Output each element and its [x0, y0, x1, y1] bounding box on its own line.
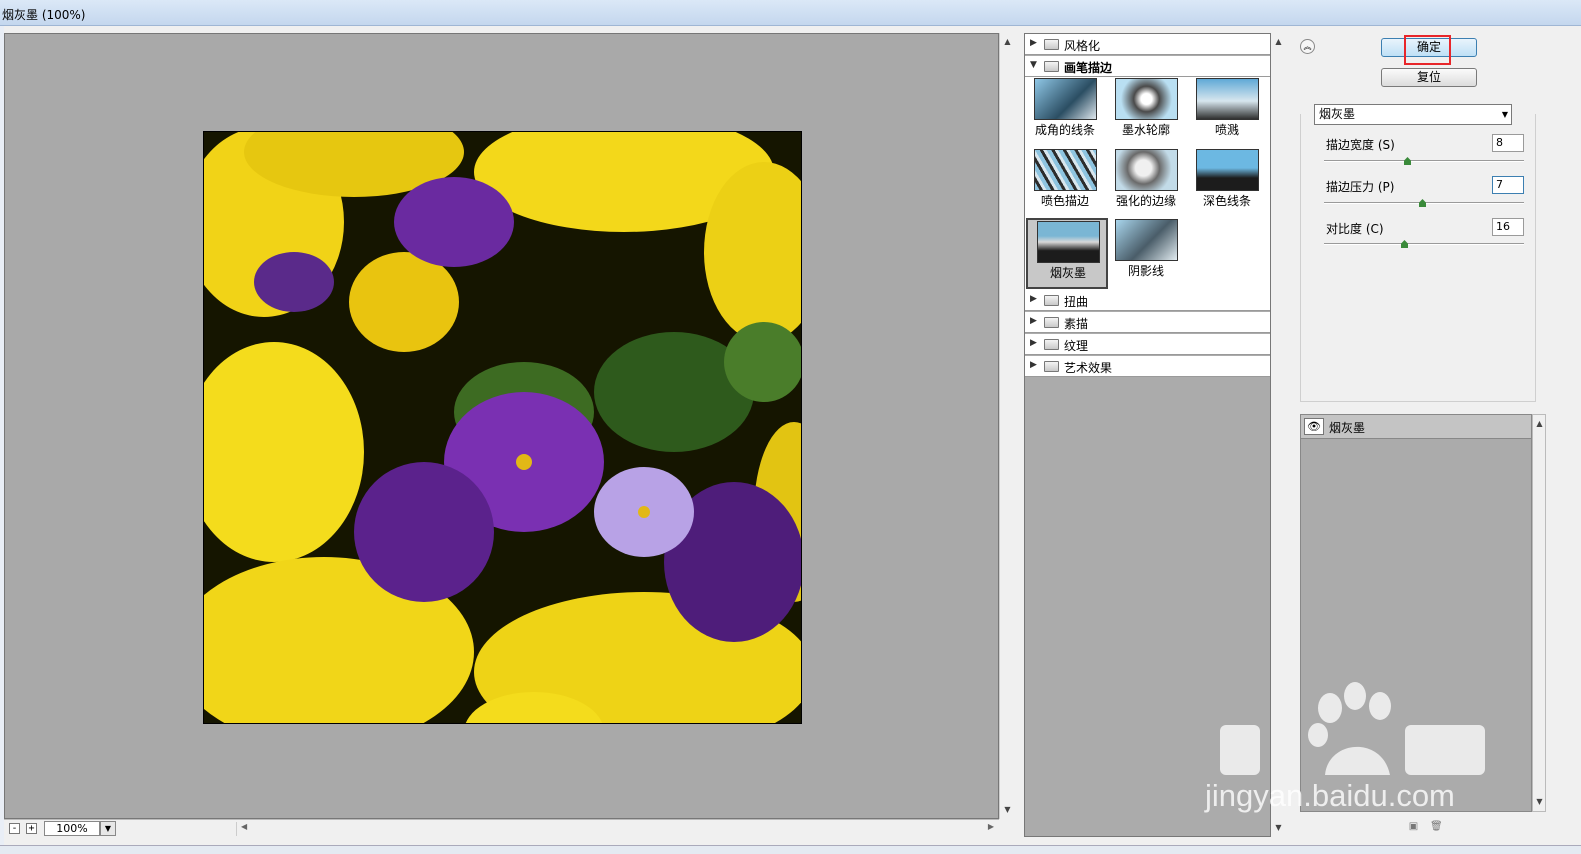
scroll-up-icon[interactable]: ▲ [1271, 35, 1286, 49]
filter-sprayed-strokes[interactable]: 喷色描边 [1025, 148, 1105, 218]
filter-label: 烟灰墨 [1049, 266, 1086, 280]
category-texture[interactable]: ▶ 纹理 [1025, 334, 1270, 355]
reset-button[interactable]: 复位 [1381, 68, 1477, 87]
filter-thumbnail-image [1034, 78, 1097, 120]
filter-label: 阴影线 [1127, 264, 1164, 278]
filter-label: 喷溅 [1214, 123, 1239, 137]
filter-label: 强化的边缘 [1115, 194, 1176, 208]
chevron-down-icon[interactable]: ▼ [1502, 105, 1508, 124]
category-label: 扭曲 [1064, 295, 1089, 309]
ok-button-highlight [1404, 35, 1451, 65]
trash-icon[interactable]: 🗑 [1430, 821, 1443, 832]
category-label: 纹理 [1064, 339, 1089, 353]
stroke-pressure-label: 描边压力 (P) [1326, 180, 1395, 194]
watermark-text: jingyan.baidu.com [1205, 778, 1455, 813]
collapse-gallery-icon[interactable]: ︽ [1300, 39, 1315, 54]
zoom-out-button[interactable]: - [9, 823, 20, 834]
category-artistic[interactable]: ▶ 艺术效果 [1025, 356, 1270, 377]
expand-triangle-icon[interactable]: ▶ [1030, 294, 1037, 304]
filter-thumbnail-image [1196, 149, 1259, 191]
filter-thumbnail-image [1115, 219, 1178, 261]
eye-icon[interactable]: 👁 [1304, 418, 1324, 435]
filter-label: 喷色描边 [1040, 194, 1089, 208]
folder-icon [1044, 339, 1059, 350]
scroll-up-icon[interactable]: ▲ [1532, 417, 1547, 431]
expand-triangle-icon[interactable]: ▶ [1030, 316, 1037, 326]
contrast-label: 对比度 (C) [1326, 222, 1384, 236]
category-stylize[interactable]: ▶ 风格化 [1025, 34, 1270, 55]
chevron-down-icon[interactable]: ▼ [100, 821, 116, 836]
window-title: 烟灰墨 (100%) [2, 8, 86, 22]
filter-crosshatch[interactable]: 阴影线 [1106, 218, 1186, 288]
scroll-left-icon[interactable]: ◀ [241, 822, 247, 831]
effect-layer-row[interactable]: 👁 烟灰墨 [1301, 415, 1531, 439]
filter-spatter[interactable]: 喷溅 [1187, 77, 1267, 147]
category-brush-strokes[interactable]: ▼ 画笔描边 [1025, 56, 1270, 77]
collapse-triangle-icon[interactable]: ▼ [1030, 60, 1037, 70]
preview-vertical-scrollbar[interactable]: ▲ ▼ [999, 33, 1014, 819]
expand-triangle-icon[interactable]: ▶ [1030, 360, 1037, 370]
scroll-up-icon[interactable]: ▲ [1000, 35, 1015, 49]
effect-layer-name: 烟灰墨 [1329, 421, 1366, 435]
window-bottom-border [0, 845, 1581, 854]
filter-thumbnail-image [1115, 78, 1178, 120]
preview-statusbar: - + 100% ▼ ◀ ▶ [4, 819, 999, 837]
filter-label: 墨水轮廓 [1121, 123, 1170, 137]
category-label: 艺术效果 [1064, 361, 1113, 375]
folder-icon [1044, 317, 1059, 328]
scroll-down-icon[interactable]: ▼ [1271, 821, 1286, 835]
preview-image [203, 131, 802, 724]
preview-canvas[interactable] [4, 33, 999, 819]
filter-select-value: 烟灰墨 [1319, 107, 1356, 121]
zoom-in-button[interactable]: + [26, 823, 37, 834]
filter-accented-edges-strong[interactable]: 强化的边缘 [1106, 148, 1186, 218]
category-distort[interactable]: ▶ 扭曲 [1025, 290, 1270, 311]
contrast-input[interactable]: 16 [1492, 218, 1524, 236]
filter-accented-edges[interactable]: 成角的线条 [1025, 77, 1105, 147]
filter-thumbnail-image [1034, 149, 1097, 191]
expand-triangle-icon[interactable]: ▶ [1030, 38, 1037, 48]
category-label: 画笔描边 [1064, 61, 1113, 75]
category-label: 风格化 [1064, 39, 1101, 53]
zoom-level-field[interactable]: 100% [44, 821, 100, 836]
folder-icon [1044, 361, 1059, 372]
filter-dark-strokes[interactable]: 深色线条 [1187, 148, 1267, 218]
scroll-down-icon[interactable]: ▼ [1532, 795, 1547, 809]
filter-thumbnail-image [1037, 221, 1100, 263]
filter-label: 成角的线条 [1034, 123, 1095, 137]
preview-horizontal-scrollbar[interactable]: ◀ ▶ [236, 822, 998, 836]
filter-parameters-panel [1300, 114, 1536, 402]
folder-icon [1044, 295, 1059, 306]
expand-triangle-icon[interactable]: ▶ [1030, 338, 1037, 348]
layers-vertical-scrollbar[interactable]: ▲ ▼ [1532, 414, 1546, 812]
scroll-down-icon[interactable]: ▼ [1000, 803, 1015, 817]
stroke-width-slider[interactable] [1324, 160, 1524, 162]
filter-label: 深色线条 [1202, 194, 1251, 208]
folder-icon [1044, 61, 1059, 72]
filter-thumbnail-image [1196, 78, 1259, 120]
window-titlebar: 烟灰墨 (100%) [0, 0, 1581, 26]
scroll-right-icon[interactable]: ▶ [988, 822, 994, 831]
new-layer-icon[interactable]: ▣ [1408, 821, 1419, 832]
contrast-slider[interactable] [1324, 243, 1524, 245]
filter-thumbnail-image [1115, 149, 1178, 191]
folder-icon [1044, 39, 1059, 50]
filter-select[interactable]: 烟灰墨 ▼ [1314, 104, 1512, 125]
category-label: 素描 [1064, 317, 1089, 331]
category-sketch[interactable]: ▶ 素描 [1025, 312, 1270, 333]
stroke-pressure-input[interactable]: 7 [1492, 176, 1524, 194]
filter-sumi-e[interactable]: 烟灰墨 [1026, 218, 1108, 289]
filter-ink-outlines[interactable]: 墨水轮廓 [1106, 77, 1186, 147]
stroke-width-input[interactable]: 8 [1492, 134, 1524, 152]
stroke-width-label: 描边宽度 (S) [1326, 138, 1395, 152]
filter-thumbnails: 成角的线条 墨水轮廓 喷溅 喷色描边 强化的边缘 深色线条 烟灰墨 阴影线 [1025, 77, 1270, 291]
